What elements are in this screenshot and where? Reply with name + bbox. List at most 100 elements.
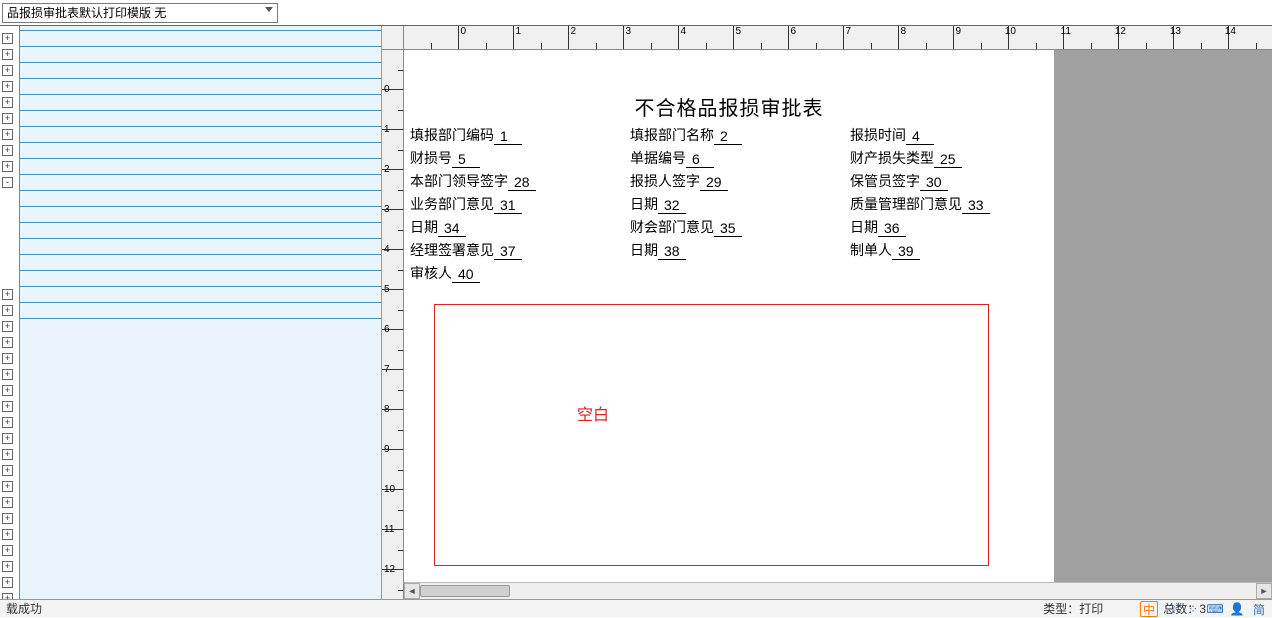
status-message: 载成功 <box>6 600 42 617</box>
form-field[interactable]: 填报部门编码1 <box>410 125 622 145</box>
template-dropdown[interactable]: 品报损审批表默认打印模版 无 <box>2 3 278 23</box>
expand-icon[interactable]: + <box>2 161 13 172</box>
expand-icon[interactable]: + <box>2 49 13 60</box>
form-field[interactable]: 日期32 <box>630 194 842 214</box>
form-field[interactable]: 日期36 <box>850 217 1040 237</box>
form-field[interactable]: 填报部门名称2 <box>630 125 842 145</box>
expand-icon[interactable]: + <box>2 97 13 108</box>
design-surface: 012345678910111213141516171819202122 012… <box>382 26 1272 599</box>
expand-icon[interactable]: + <box>2 465 13 476</box>
form-row: 填报部门编码1 填报部门名称2 报损时间4 <box>410 125 1048 145</box>
expand-icon[interactable]: + <box>2 513 13 524</box>
expand-icon[interactable]: + <box>2 545 13 556</box>
field-label: 本部门领导签字 <box>410 171 508 191</box>
vertical-ruler: 01234567891011121314 <box>382 50 404 599</box>
form-field[interactable]: 财产损失类型25 <box>850 148 1040 168</box>
ruler-tick: 3 <box>569 26 624 49</box>
form-field[interactable]: 单据编号6 <box>630 148 842 168</box>
horizontal-scrollbar[interactable]: ◄ ► <box>404 582 1272 599</box>
form-field[interactable]: 财损号5 <box>410 148 622 168</box>
form-field[interactable]: 本部门领导签字28 <box>410 171 622 191</box>
expand-icon[interactable]: + <box>2 433 13 444</box>
expand-icon[interactable]: + <box>2 65 13 76</box>
ime-lang-icon[interactable]: 中 <box>1140 601 1158 617</box>
report-page[interactable]: 不合格品报损审批表 填报部门编码1填报部门名称2报损时间4财损号5单据编号6财产… <box>404 50 1054 599</box>
expand-icon[interactable]: + <box>2 529 13 540</box>
ruler-tick: 11 <box>382 490 403 530</box>
ruler-tick: 1 <box>382 90 403 130</box>
field-label: 日期 <box>410 217 438 237</box>
ruler-tick: 0 <box>404 26 459 49</box>
ruler-tick: 0 <box>382 50 403 90</box>
expand-icon[interactable]: + <box>2 289 13 300</box>
ruler-tick: 6 <box>382 290 403 330</box>
form-grid: 填报部门编码1 填报部门名称2 报损时间4 财损号5 单据编号6 财产损失类型25 本部门领… <box>404 121 1054 283</box>
form-field[interactable]: 质量管理部门意见33 <box>850 194 1040 214</box>
ruler-tick: 13 <box>1119 26 1174 49</box>
expand-icon[interactable]: + <box>2 561 13 572</box>
expand-icon[interactable]: + <box>2 417 13 428</box>
ruler-tick: 3 <box>382 170 403 210</box>
expand-icon[interactable]: + <box>2 497 13 508</box>
expand-icon[interactable]: + <box>2 401 13 412</box>
ime-keyboard-icon[interactable]: ⌨ <box>1206 601 1224 617</box>
ime-bar[interactable]: 中 ☽ ⁘ ⌨ 👤 简 <box>1140 601 1268 617</box>
canvas-viewport[interactable]: 不合格品报损审批表 填报部门编码1填报部门名称2报损时间4财损号5单据编号6财产… <box>404 50 1272 599</box>
ruler-tick: 8 <box>382 370 403 410</box>
tree-item[interactable]: +药品运输记录 出库单子集 <box>2 590 381 599</box>
expand-icon[interactable]: + <box>2 113 13 124</box>
form-row: 日期34 财会部门意见35 日期36 <box>410 217 1048 237</box>
scroll-right-button[interactable]: ► <box>1256 583 1272 599</box>
ruler-tick: 10 <box>954 26 1009 49</box>
form-field[interactable]: 报损时间4 <box>850 125 1040 145</box>
scroll-left-button[interactable]: ◄ <box>404 583 420 599</box>
collapse-icon[interactable]: - <box>2 177 13 188</box>
expand-icon[interactable]: + <box>2 337 13 348</box>
ime-mode-icon[interactable]: 简 <box>1250 601 1268 617</box>
ruler-tick: 8 <box>844 26 899 49</box>
form-field[interactable]: 审核人40 <box>410 263 622 283</box>
expand-icon[interactable]: + <box>2 481 13 492</box>
blank-region[interactable]: 空白 <box>434 304 989 566</box>
expand-icon[interactable]: + <box>2 33 13 44</box>
form-field[interactable]: 业务部门意见31 <box>410 194 622 214</box>
form-field[interactable]: 报损人签字29 <box>630 171 842 191</box>
field-label: 填报部门名称 <box>630 125 714 145</box>
expand-icon[interactable]: + <box>2 369 13 380</box>
expand-icon[interactable]: + <box>2 145 13 156</box>
scroll-thumb[interactable] <box>420 585 510 597</box>
expand-icon[interactable]: + <box>2 305 13 316</box>
tree-pane[interactable]: +药品运输记录_温湿度信息+药品采购入库质量验收记录单+直调质量验收记录单+注射… <box>0 26 382 599</box>
expand-icon[interactable]: + <box>2 129 13 140</box>
expand-icon[interactable]: + <box>2 385 13 396</box>
dropdown-value: 品报损审批表默认打印模版 无 <box>7 4 166 21</box>
form-field[interactable]: 财会部门意见35 <box>630 217 842 237</box>
expand-icon[interactable]: + <box>2 449 13 460</box>
field-label: 审核人 <box>410 263 452 283</box>
form-field[interactable]: 经理签署意见37 <box>410 240 622 260</box>
field-label: 保管员签字 <box>850 171 920 191</box>
form-field[interactable]: 日期38 <box>630 240 842 260</box>
field-value: 35 <box>714 220 742 237</box>
ruler-tick: 9 <box>382 410 403 450</box>
expand-icon[interactable]: + <box>2 577 13 588</box>
ime-dots-icon[interactable]: ⁘ <box>1184 601 1202 617</box>
ime-user-icon[interactable]: 👤 <box>1228 601 1246 617</box>
field-label: 业务部门意见 <box>410 194 494 214</box>
ruler-tick: 2 <box>382 130 403 170</box>
ruler-corner <box>382 26 404 50</box>
expand-icon[interactable]: + <box>2 321 13 332</box>
field-label: 日期 <box>630 240 658 260</box>
form-field[interactable]: 保管员签字30 <box>850 171 1040 191</box>
tree: +药品运输记录_温湿度信息+药品采购入库质量验收记录单+直调质量验收记录单+注射… <box>0 30 381 599</box>
field-value: 33 <box>962 197 990 214</box>
ruler-tick: 12 <box>382 530 403 570</box>
field-value: 5 <box>452 151 480 168</box>
expand-icon[interactable]: + <box>2 81 13 92</box>
ruler-tick: 15 <box>1229 26 1272 49</box>
expand-icon[interactable]: + <box>2 353 13 364</box>
form-field[interactable]: 日期34 <box>410 217 622 237</box>
ruler-tick: 4 <box>382 210 403 250</box>
ime-moon-icon[interactable]: ☽ <box>1162 601 1180 617</box>
form-field[interactable]: 制单人39 <box>850 240 1040 260</box>
